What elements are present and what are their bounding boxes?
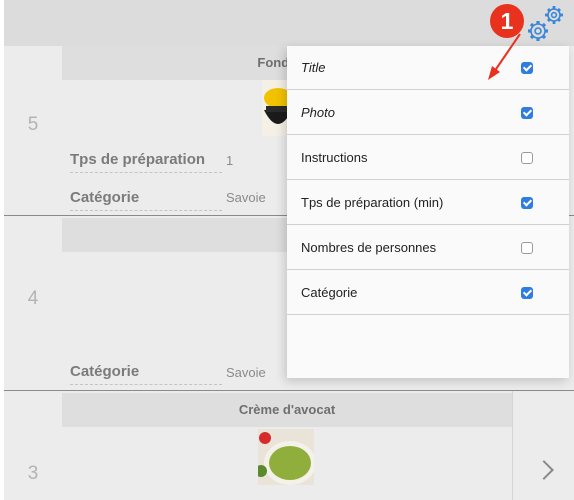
setting-checkbox[interactable] [521, 242, 533, 254]
next-record-column[interactable] [512, 391, 574, 500]
field-label-category: Catégorie [70, 363, 222, 385]
setting-prep-time[interactable]: Tps de préparation (min) [287, 181, 569, 225]
setting-instructions[interactable]: Instructions [287, 136, 569, 180]
record-title: Crème d'avocat [62, 393, 512, 427]
setting-label: Photo [301, 105, 335, 120]
setting-category[interactable]: Catégorie [287, 271, 569, 315]
setting-photo[interactable]: Photo [287, 91, 569, 135]
field-value-prep-time: 1 [226, 153, 234, 168]
record-row[interactable]: 3 Crème d'avocat [4, 391, 512, 500]
record-number: 5 [27, 114, 39, 135]
setting-checkbox[interactable] [521, 197, 533, 209]
setting-checkbox[interactable] [521, 152, 533, 164]
setting-servings[interactable]: Nombres de personnes [287, 226, 569, 270]
callout-badge: 1 [490, 4, 524, 38]
record-number: 4 [27, 288, 39, 309]
field-value-category: Savoie [226, 190, 266, 205]
field-label-category: Catégorie [70, 189, 222, 211]
field-value-category: Savoie [226, 365, 266, 380]
setting-label: Instructions [301, 150, 368, 165]
setting-checkbox[interactable] [521, 107, 533, 119]
setting-label: Catégorie [301, 285, 358, 300]
record-number: 3 [27, 463, 39, 484]
setting-label: Title [301, 60, 326, 75]
field-label-prep-time: Tps de préparation [70, 151, 222, 173]
column-settings-panel: Title Photo Instructions Tps de préparat… [287, 46, 569, 378]
setting-checkbox[interactable] [521, 287, 533, 299]
record-title-text: Crème d'avocat [238, 402, 336, 417]
setting-label: Nombres de personnes [301, 240, 437, 255]
recipe-photo[interactable] [258, 429, 314, 485]
setting-label: Tps de préparation (min) [301, 195, 444, 210]
chevron-right-icon[interactable] [534, 460, 554, 480]
